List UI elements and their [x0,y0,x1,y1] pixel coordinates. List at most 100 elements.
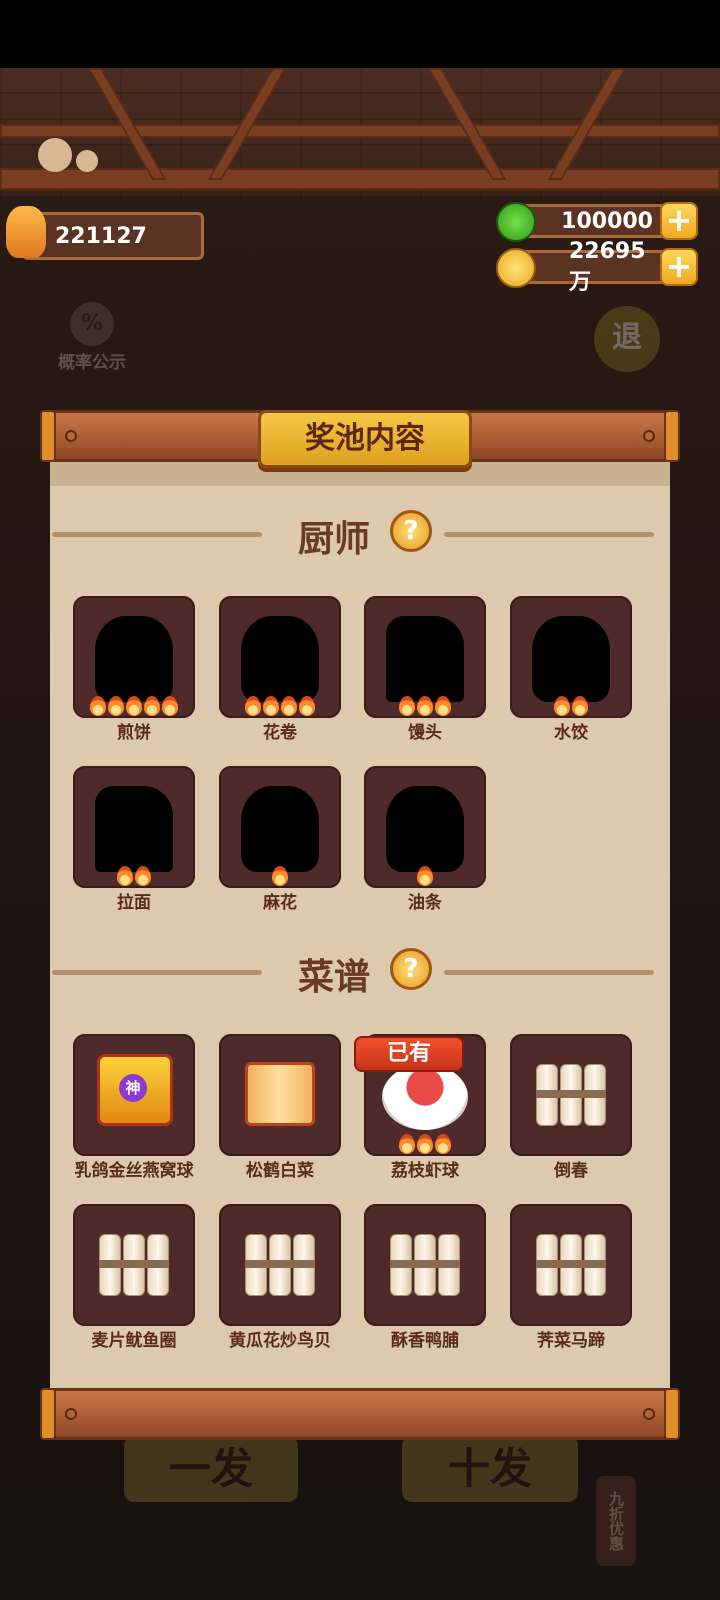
flame-star-icon [399,696,415,716]
flame-star-icon [263,696,279,716]
chef-card[interactable] [219,766,341,888]
divider-left [52,970,262,975]
divider-right [444,532,654,537]
flame-star-icon [299,696,315,716]
recipe-card[interactable] [510,1034,632,1156]
flame-star-icon [281,696,297,716]
recipes-help-button[interactable]: ? [390,948,432,990]
recipe-card[interactable] [510,1204,632,1326]
chef-card[interactable] [219,596,341,718]
gold-coin-icon [496,248,536,288]
chef-cat-icon [6,206,46,258]
flame-star-icon [117,866,133,886]
chef-card[interactable] [364,766,486,888]
flame-star-icon [245,696,261,716]
chef-name: 油条 [408,893,442,913]
recipe-card[interactable]: 神 [73,1034,195,1156]
green-currency-value: 100000 [561,208,653,234]
star-rating [510,696,632,716]
red-recipe-scroll-icon [245,1062,315,1126]
chefs-section-title: 厨师 [298,519,371,560]
chefs-help-button[interactable]: ? [390,510,432,552]
add-green-currency-button[interactable]: + [660,202,698,240]
flame-star-icon [90,696,106,716]
chef-name: 煎饼 [117,723,151,743]
recipe-name: 黄瓜花炒鸟贝 [229,1331,331,1351]
add-gold-currency-button[interactable]: + [660,248,698,286]
recipe-name: 荠菜马蹄 [537,1331,605,1351]
chef-name: 花卷 [263,723,297,743]
locked-chef-silhouette-icon [532,616,610,702]
locked-chef-silhouette-icon [386,786,464,872]
star-rating [219,866,341,886]
star-rating [73,866,195,886]
locked-chef-silhouette-icon [386,616,464,702]
status-bar-area [0,0,720,68]
flame-star-icon [572,696,588,716]
divider-right [444,970,654,975]
single-draw-button[interactable]: 一发 [124,1436,298,1502]
locked-chef-silhouette-icon [241,786,319,872]
probability-label: 概率公示 [58,353,126,373]
percent-gear-icon: % [70,302,114,346]
recipe-name: 倒春 [554,1161,588,1181]
star-rating [364,696,486,716]
flame-star-icon [435,696,451,716]
flame-star-icon [162,696,178,716]
recipe-name: 酥香鸭脯 [391,1331,459,1351]
player-value-bar: 221127 [22,212,204,260]
gold-currency-value: 22695万 [569,238,646,295]
divider-left [52,532,262,537]
star-rating [219,696,341,716]
recipe-scroll-icon [536,1234,606,1296]
chef-card[interactable] [510,596,632,718]
green-jade-icon [496,202,536,242]
chef-card[interactable] [364,596,486,718]
divine-badge: 神 [119,1074,147,1102]
flame-star-icon [417,696,433,716]
flame-star-icon [435,1134,451,1154]
ten-draw-button[interactable]: 十发 [402,1436,578,1502]
chef-name: 拉面 [117,893,151,913]
lychee-shrimp-dish-icon [382,1064,468,1130]
exit-button[interactable]: 退 [594,306,660,372]
recipe-card[interactable] [364,1204,486,1326]
flame-star-icon [399,1134,415,1154]
locked-chef-silhouette-icon [241,616,319,702]
probability-button[interactable]: % 概率公示 [50,302,134,376]
recipes-section-title: 菜谱 [298,957,371,998]
flame-star-icon [108,696,124,716]
discount-tag: 九折优惠 [596,1476,636,1566]
player-value: 221127 [55,223,147,249]
chef-card[interactable] [73,596,195,718]
flame-star-icon [135,866,151,886]
flame-star-icon [272,866,288,886]
owned-badge: 已有 [354,1036,464,1072]
recipe-card[interactable] [219,1034,341,1156]
star-rating [364,1134,486,1154]
chef-name: 水饺 [554,723,588,743]
star-rating [73,696,195,716]
flame-star-icon [126,696,142,716]
recipe-scroll-icon [99,1234,169,1296]
panel-title: 奖池内容 [258,410,472,468]
recipe-name: 松鹤白菜 [246,1161,314,1181]
star-rating [364,866,486,886]
chef-card[interactable] [73,766,195,888]
attic-background [0,68,720,198]
recipe-scroll-icon [536,1064,606,1126]
recipe-name: 乳鸽金丝燕窝球 [74,1161,194,1181]
flame-star-icon [554,696,570,716]
flame-star-icon [417,866,433,886]
chef-name: 馒头 [408,723,442,743]
locked-chef-silhouette-icon [95,616,173,702]
recipe-name: 荔枝虾球 [391,1161,459,1181]
chick-icon [76,150,98,172]
flame-star-icon [144,696,160,716]
recipe-name: 麦片鱿鱼圈 [91,1331,177,1351]
panel-bottom-board [40,1388,680,1440]
flame-star-icon [417,1134,433,1154]
recipe-card[interactable] [219,1204,341,1326]
recipe-card[interactable] [73,1204,195,1326]
locked-chef-silhouette-icon [95,786,173,872]
